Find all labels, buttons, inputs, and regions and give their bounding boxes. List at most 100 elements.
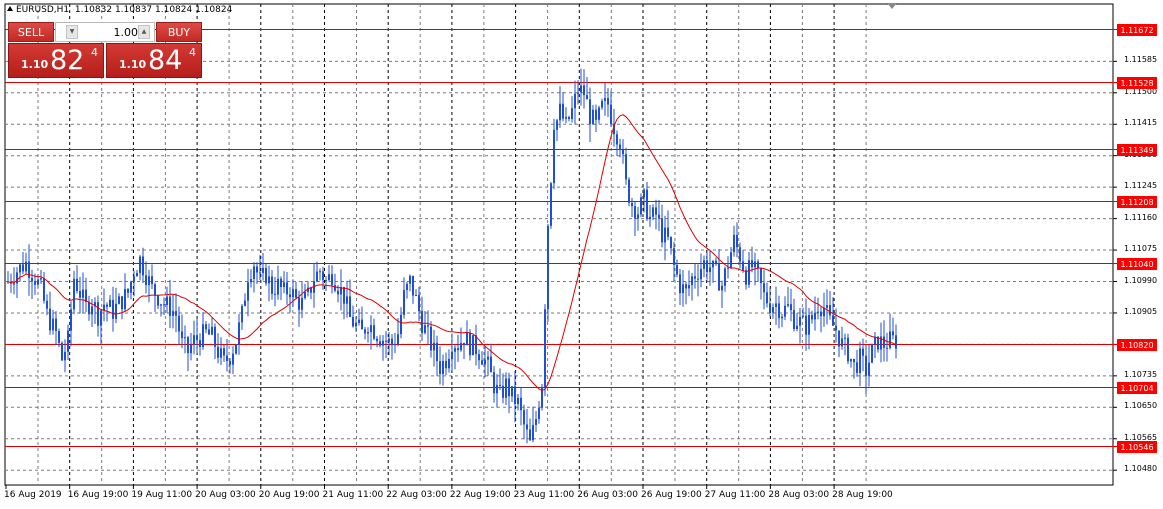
candle-body [301,298,303,310]
lot-increase-icon[interactable]: ▲ [138,25,150,39]
candle-body [13,283,15,285]
candle-body [610,104,612,124]
candle-body [736,234,738,248]
candle-body [160,304,162,306]
candle-body [268,276,270,284]
candle-body [895,335,897,349]
buy-button[interactable]: BUY [156,22,202,42]
sell-button[interactable]: SELL [8,22,54,42]
candle-body [16,272,18,284]
x-tick-label: 22 Aug 19:00 [449,490,511,500]
candle-body [589,99,591,124]
candle-body [835,325,837,331]
candle-body [643,189,645,198]
candle-body [127,288,129,293]
level-price-tag[interactable]: 1.11528 [1117,76,1157,89]
candle-body [793,310,795,329]
y-tick-label: 1.10905 [1124,306,1158,316]
candle-body [286,282,288,295]
candle-body [583,85,585,96]
candle-body [580,85,582,93]
lot-size-value[interactable]: 1.00 [82,26,139,39]
candle-body [724,268,726,286]
chart-window[interactable]: EURUSD,H1 1.10832 1.10837 1.10824 1.1082… [0,0,1163,509]
level-price-tag[interactable]: 1.11208 [1117,195,1157,208]
candle-body [40,278,42,280]
level-price-tag[interactable]: 1.11349 [1117,143,1157,156]
x-tick-label: 22 Aug 03:00 [386,490,447,500]
sell-quote[interactable]: 1.10 82 4 [8,43,104,78]
buy-quote-pips: 84 [148,45,183,76]
candle-body [355,323,357,327]
candle-body [79,291,81,298]
candle-body [892,331,894,336]
collapse-triangle-icon[interactable] [7,6,13,11]
lot-size-field[interactable]: ▼ 1.00 ▲ [55,22,155,42]
candle-body [73,278,75,310]
candle-body [586,95,588,100]
candle-body [202,324,204,347]
candle-body [97,302,99,326]
candle-body [523,410,525,425]
candle-body [649,216,651,219]
candle-body [265,267,267,284]
x-tick-label: 21 Aug 11:00 [322,490,384,500]
candle-body [742,261,744,271]
candle-body [694,276,696,279]
candle-body [799,316,801,326]
chart-shift-icon[interactable] [887,3,897,9]
candle-body [187,337,189,354]
candle-body [118,296,120,304]
level-price-tag[interactable]: 1.10546 [1117,440,1157,453]
level-price-tag[interactable]: 1.10820 [1117,338,1157,351]
candle-body [67,330,69,352]
level-price-tag[interactable]: 1.10704 [1117,381,1157,394]
candle-body [883,336,885,348]
candle-body [157,295,159,306]
candle-body [709,267,711,273]
candle-body [550,183,552,226]
candle-body [865,355,867,376]
candle-body [520,397,522,411]
candle-body [487,356,489,360]
candle-body [502,385,504,398]
candle-body [571,108,573,120]
candle-body [124,288,126,310]
candle-body [175,311,177,316]
candle-body [565,116,567,119]
candle-body [745,270,747,285]
candle-body [397,334,399,345]
candle-body [577,92,579,94]
candle-body [343,286,345,304]
candle-body [379,341,381,346]
y-tick-label: 1.11245 [1124,181,1158,191]
candle-body [82,289,84,298]
candle-body [559,103,561,121]
candle-body [361,319,363,330]
candle-body [544,309,546,388]
candle-body [139,256,141,273]
candle-body [232,353,234,365]
lot-decrease-icon[interactable]: ▼ [66,25,78,39]
candle-body [532,424,534,441]
candle-body [661,218,663,243]
candle-body [832,315,834,326]
candle-body [370,325,372,333]
candle-body [184,337,186,339]
candle-body [751,260,753,268]
candle-body [310,287,312,293]
candle-body [772,307,774,313]
level-price-tag[interactable]: 1.11040 [1117,257,1157,270]
candle-body [727,267,729,269]
level-price-tag[interactable]: 1.11672 [1117,23,1157,36]
candle-body [763,283,765,293]
x-tick-label: 20 Aug 19:00 [258,490,320,500]
candle-body [193,335,195,346]
candle-body [256,266,258,273]
candle-body [631,202,633,207]
candle-body [145,275,147,286]
candle-body [796,325,798,329]
candle-body [427,325,429,327]
buy-quote[interactable]: 1.10 84 4 [106,43,202,78]
candle-body [505,378,507,398]
